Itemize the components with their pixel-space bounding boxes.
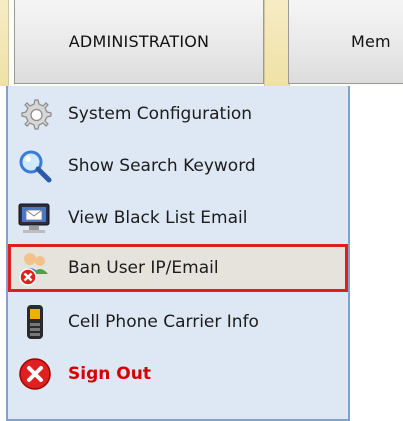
tab-divider <box>264 0 290 86</box>
gear-icon <box>16 95 54 133</box>
tab-members[interactable]: Mem <box>288 0 403 84</box>
tab-divider <box>0 0 9 86</box>
menu-item-system-configuration[interactable]: System Configuration <box>12 90 342 138</box>
magnifier-icon <box>16 147 54 185</box>
monitor-email-icon <box>16 199 54 237</box>
ban-users-icon <box>16 249 54 287</box>
administration-dropdown-menu: System Configuration Show Search Keyword… <box>6 86 350 421</box>
menu-item-ban-user-ip-email[interactable]: Ban User IP/Email <box>8 244 348 292</box>
menu-item-label: System Configuration <box>68 104 253 124</box>
top-tab-bar: ADMINISTRATION Mem <box>0 0 403 86</box>
menu-item-label: Show Search Keyword <box>68 156 256 176</box>
menu-item-cell-phone-carrier-info[interactable]: Cell Phone Carrier Info <box>12 298 342 346</box>
menu-item-label: Ban User IP/Email <box>68 258 219 278</box>
menu-item-label: Cell Phone Carrier Info <box>68 312 259 332</box>
sign-out-icon <box>16 355 54 393</box>
menu-item-view-black-list-email[interactable]: View Black List Email <box>12 194 342 242</box>
menu-item-sign-out[interactable]: Sign Out <box>12 350 342 398</box>
cell-phone-icon <box>16 303 54 341</box>
tab-administration[interactable]: ADMINISTRATION <box>14 0 264 84</box>
menu-item-show-search-keyword[interactable]: Show Search Keyword <box>12 142 342 190</box>
menu-item-label: Sign Out <box>68 364 151 384</box>
menu-item-label: View Black List Email <box>68 208 248 228</box>
